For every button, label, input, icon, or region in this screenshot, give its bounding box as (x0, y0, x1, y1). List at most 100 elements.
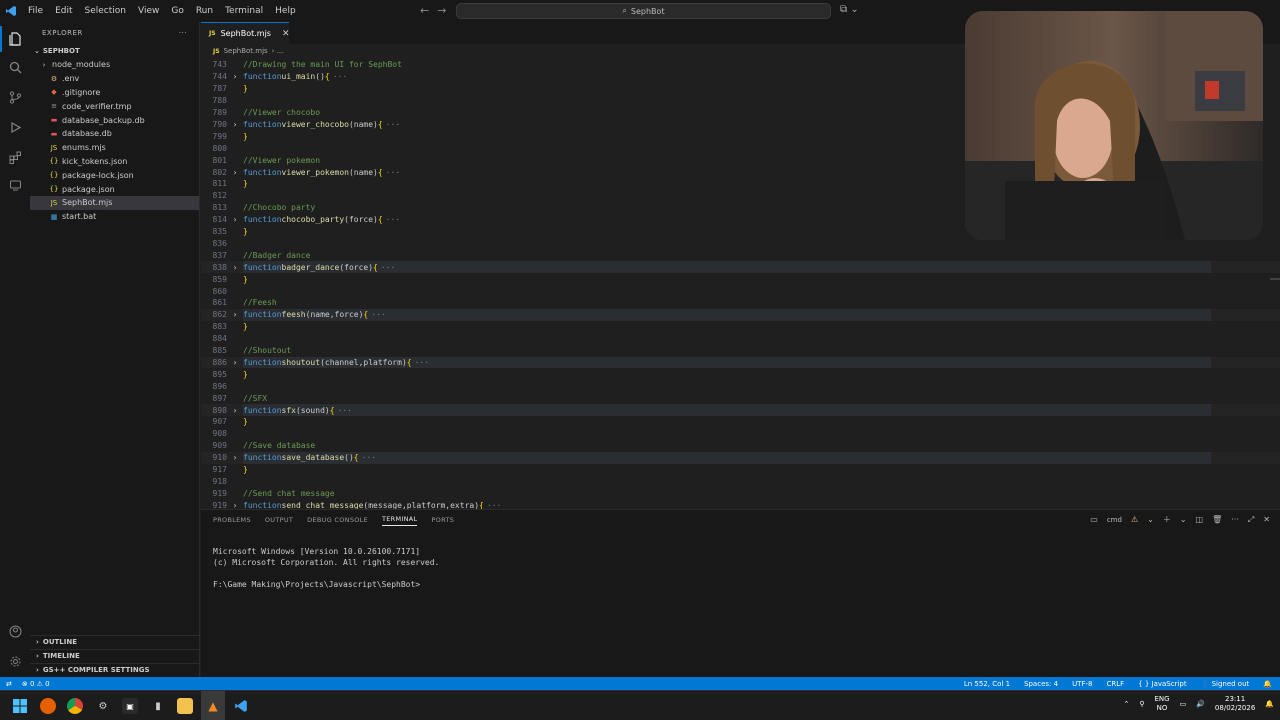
compiler-settings-section[interactable]: › GS++ COMPILER SETTINGS (30, 663, 200, 676)
remote-explorer-icon[interactable] (0, 172, 30, 198)
cursor-position[interactable]: Ln 552, Col 1 (964, 680, 1010, 688)
chrome-icon[interactable] (67, 698, 83, 714)
notification-bell-icon[interactable]: 🔔 (1265, 700, 1274, 708)
file-item[interactable]: JS enums.mjs (30, 141, 199, 155)
folded-ellipsis[interactable]: ··· (333, 72, 347, 81)
folded-ellipsis[interactable]: ··· (362, 453, 376, 462)
code-line[interactable]: 895} (201, 368, 1280, 380)
terminal-app-icon[interactable]: ▣ (122, 698, 138, 714)
fold-chevron-icon[interactable]: › (227, 358, 243, 367)
folded-ellipsis[interactable]: ··· (386, 120, 400, 129)
fold-chevron-icon[interactable]: › (227, 501, 243, 509)
menu-file[interactable]: File (22, 0, 49, 22)
tab-debug-console[interactable]: DEBUG CONSOLE (307, 516, 368, 524)
vscode-taskbar-icon[interactable] (233, 698, 249, 714)
extensions-icon[interactable] (0, 144, 30, 170)
breadcrumb-file[interactable]: SephBot.mjs (224, 47, 268, 55)
code-line[interactable]: 886 › function shoutout (channel,platform){… (201, 356, 1280, 369)
code-line[interactable]: 918 (201, 476, 1280, 488)
code-line[interactable]: 837 //Badger dance (201, 249, 1280, 261)
folded-ellipsis[interactable]: ··· (487, 501, 501, 509)
editor-scrollbar[interactable] (1270, 278, 1280, 280)
fold-chevron-icon[interactable]: › (227, 406, 243, 415)
fold-chevron-icon[interactable]: › (227, 72, 243, 81)
code-line[interactable]: 919 › function send_chat_message (message,p… (201, 499, 1280, 509)
root-folder[interactable]: ⌄ SEPHBOT (30, 44, 199, 58)
folded-ellipsis[interactable]: ··· (338, 406, 352, 415)
menu-edit[interactable]: Edit (49, 0, 78, 22)
chevron-down-icon[interactable]: ⌄ (1147, 515, 1154, 524)
folded-ellipsis[interactable]: ··· (386, 168, 400, 177)
language-indicator[interactable]: ENG NO (1154, 695, 1169, 713)
more-actions-icon[interactable]: ··· (179, 29, 187, 37)
file-item[interactable]: ▬ database_backup.db (30, 113, 199, 127)
search-icon[interactable] (0, 54, 30, 80)
tab-sephbot-mjs[interactable]: JS SephBot.mjs ✕ (201, 22, 290, 44)
menu-go[interactable]: Go (165, 0, 189, 22)
file-item[interactable]: {} kick_tokens.json (30, 155, 199, 169)
code-line[interactable]: 897 //SFX (201, 392, 1280, 404)
shell-label[interactable]: cmd (1107, 516, 1122, 524)
settings-gear-icon[interactable] (0, 648, 30, 674)
steam-icon[interactable]: ⚙ (95, 698, 111, 714)
code-line[interactable]: 896 (201, 380, 1280, 392)
tab-output[interactable]: OUTPUT (265, 516, 293, 524)
file-item[interactable]: JS SephBot.mjs (30, 195, 199, 210)
fold-chevron-icon[interactable]: › (227, 120, 243, 129)
code-line[interactable]: 907} (201, 416, 1280, 428)
account-status[interactable]: 👤 Signed out (1201, 680, 1250, 688)
code-line[interactable]: 838 › function badger_dance (force){··· (201, 261, 1280, 274)
close-panel-icon[interactable]: ✕ (1263, 515, 1270, 524)
vlc-icon[interactable]: ▲ (205, 698, 221, 714)
tab-terminal[interactable]: TERMINAL (382, 515, 418, 526)
account-icon[interactable] (0, 618, 30, 644)
fold-chevron-icon[interactable]: › (227, 263, 243, 272)
code-line[interactable]: 860 (201, 285, 1280, 297)
folded-ellipsis[interactable]: ··· (386, 215, 400, 224)
indentation[interactable]: Spaces: 4 (1024, 680, 1058, 688)
file-item[interactable]: › node_modules (30, 58, 199, 72)
menu-help[interactable]: Help (269, 0, 302, 22)
file-item[interactable]: ▦ start.bat (30, 210, 199, 224)
split-terminal-icon[interactable]: ◫ (1196, 515, 1204, 524)
fold-chevron-icon[interactable]: › (227, 215, 243, 224)
tab-ports[interactable]: PORTS (431, 516, 454, 524)
file-explorer-icon[interactable] (177, 698, 193, 714)
menu-selection[interactable]: Selection (79, 0, 132, 22)
file-item[interactable]: ◆ .gitignore (30, 86, 199, 100)
encoding[interactable]: UTF-8 (1072, 680, 1092, 688)
chevron-up-icon[interactable]: ⌃ (1123, 700, 1129, 708)
file-item[interactable]: ▬ database.db (30, 127, 199, 141)
breadcrumb-separator[interactable]: › ... (272, 47, 284, 55)
code-line[interactable]: 884 (201, 333, 1280, 345)
fold-chevron-icon[interactable]: › (227, 168, 243, 177)
outline-section[interactable]: › OUTLINE (30, 635, 200, 648)
command-center-search[interactable]: ⌕ SephBot (456, 3, 831, 19)
file-item[interactable]: ⚙ .env (30, 72, 199, 86)
fold-chevron-icon[interactable]: › (227, 453, 243, 462)
timeline-section[interactable]: › TIMELINE (30, 649, 200, 662)
remote-icon[interactable]: ⇄ (6, 680, 12, 688)
trash-icon[interactable]: 🗑 (1212, 515, 1222, 524)
location-icon[interactable]: ⚲ (1139, 700, 1144, 708)
file-item[interactable]: ≡ code_verifier.tmp (30, 99, 199, 113)
fold-chevron-icon[interactable]: › (227, 310, 243, 319)
more-actions-icon[interactable]: ··· (1231, 515, 1239, 524)
run-debug-icon[interactable] (0, 114, 30, 140)
code-line[interactable]: 908 (201, 428, 1280, 440)
file-item[interactable]: {} package.json (30, 182, 199, 196)
forward-arrow-icon[interactable]: → (437, 4, 446, 17)
code-line[interactable]: 883} (201, 321, 1280, 333)
tab-problems[interactable]: PROBLEMS (213, 516, 251, 524)
code-line[interactable]: 909 //Save database (201, 440, 1280, 452)
back-arrow-icon[interactable]: ← (420, 4, 429, 17)
folded-ellipsis[interactable]: ··· (381, 263, 395, 272)
menu-terminal[interactable]: Terminal (219, 0, 269, 22)
new-terminal-icon[interactable]: ＋ (1163, 514, 1171, 525)
app-icon[interactable]: ▮ (150, 698, 166, 714)
menu-view[interactable]: View (132, 0, 165, 22)
code-line[interactable]: 898 › function sfx (sound){··· (201, 404, 1280, 416)
language-mode[interactable]: { } JavaScript (1138, 680, 1186, 688)
notifications-icon[interactable]: 🔔 (1263, 680, 1272, 688)
close-icon[interactable]: ✕ (282, 29, 290, 39)
